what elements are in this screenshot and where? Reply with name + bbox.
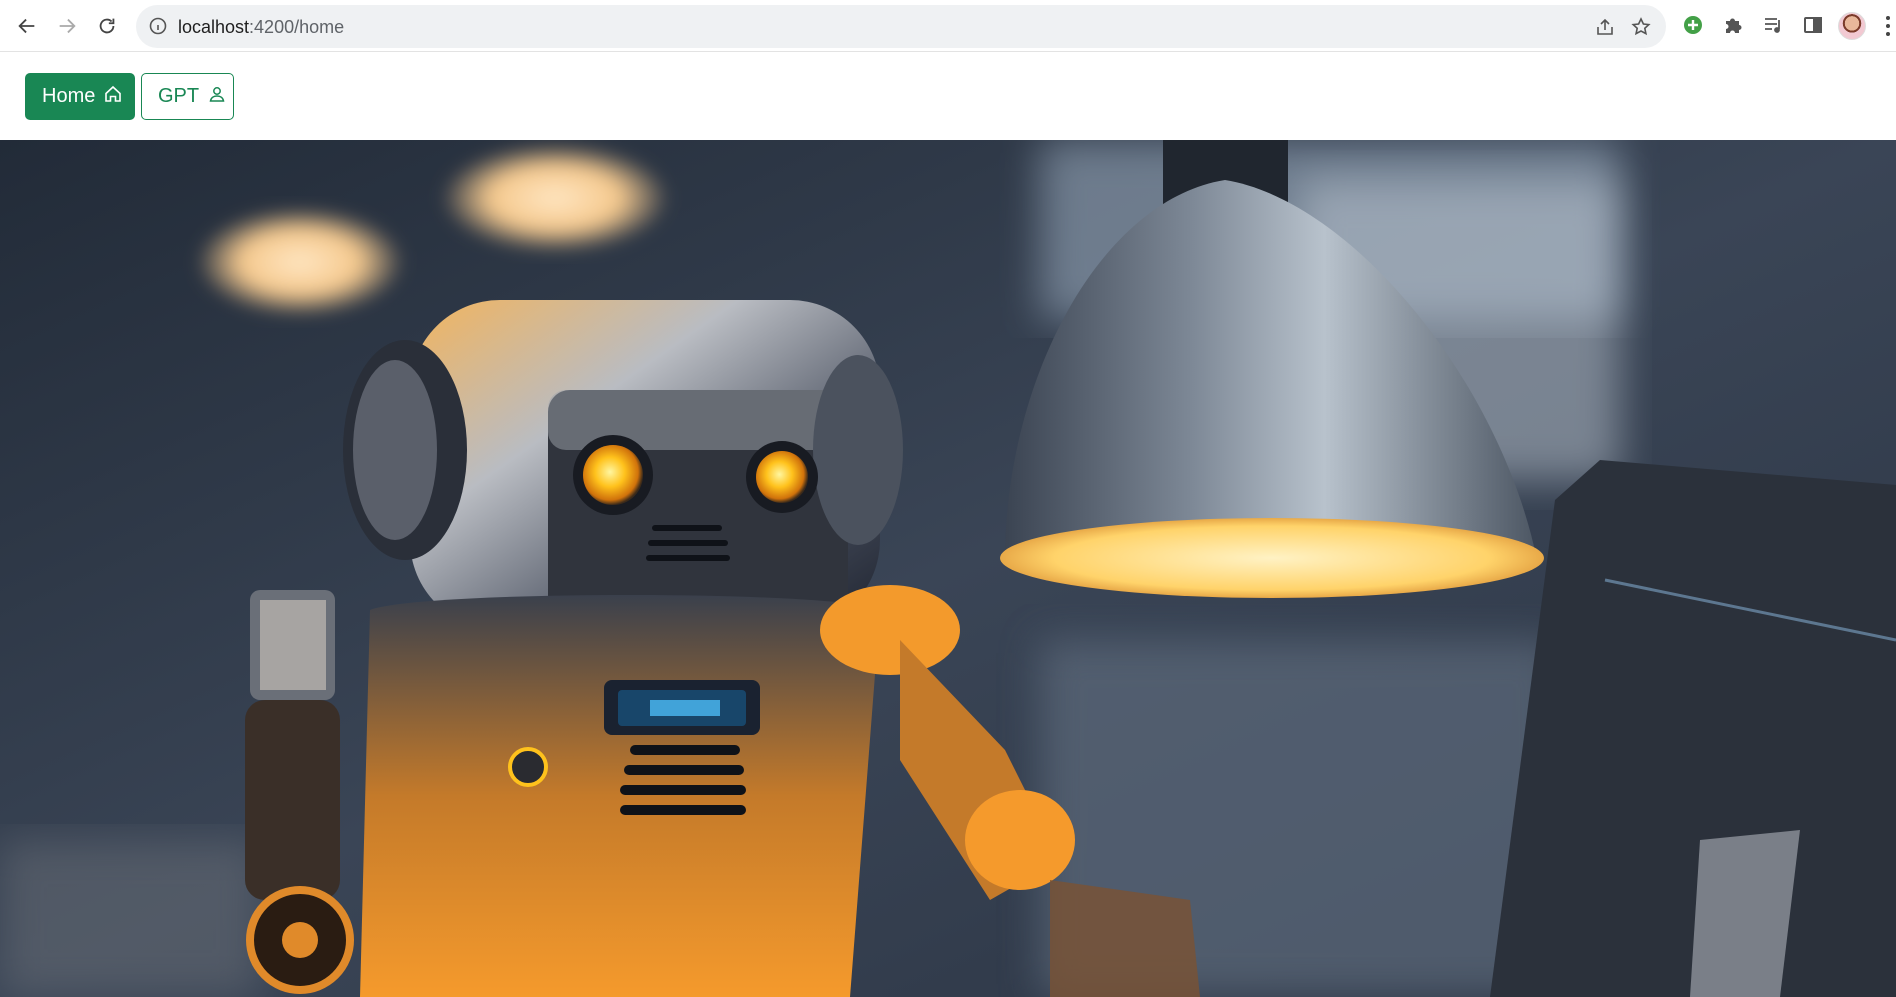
browser-toolbar: localhost:4200/home [0, 0, 1896, 52]
profile-avatar[interactable] [1838, 12, 1866, 40]
robot-illustration [0, 140, 1896, 997]
puzzle-icon[interactable] [1720, 12, 1746, 38]
side-panel-icon[interactable] [1800, 12, 1826, 38]
reload-icon[interactable] [91, 10, 123, 42]
gpt-button-label: GPT [158, 85, 200, 107]
app-navbar: Home GPT [0, 52, 1896, 140]
home-button-label: Home [42, 85, 96, 107]
house-icon [103, 84, 123, 110]
gpt-button[interactable]: GPT [141, 73, 234, 120]
forward-arrow-icon[interactable] [51, 10, 83, 42]
menu-kebab-icon[interactable] [1886, 14, 1892, 36]
media-icon[interactable] [1760, 12, 1786, 38]
url-path: :4200/home [249, 17, 345, 37]
url-text[interactable]: localhost:4200/home [178, 17, 344, 38]
address-bar[interactable]: localhost:4200/home [136, 5, 1666, 48]
star-icon[interactable] [1630, 16, 1652, 38]
share-icon[interactable] [1594, 16, 1616, 38]
hero-robot-image [0, 140, 1896, 997]
extension-add-icon[interactable] [1680, 12, 1706, 38]
home-button[interactable]: Home [25, 73, 135, 120]
info-icon[interactable] [148, 16, 168, 36]
back-arrow-icon[interactable] [11, 10, 43, 42]
person-icon [207, 84, 227, 110]
url-host: localhost [178, 17, 250, 37]
